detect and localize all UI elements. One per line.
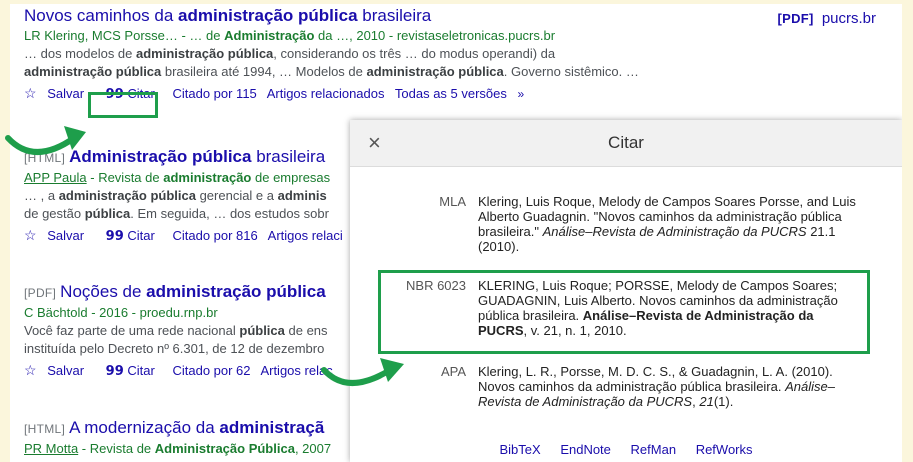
- cite-mla-text[interactable]: Klering, Luis Roque, Melody de Campos So…: [478, 194, 858, 254]
- cite-dialog-header: × Citar: [350, 120, 902, 167]
- star-icon: ☆: [24, 362, 37, 378]
- export-links: BibTeX EndNote RefMan RefWorks: [350, 442, 902, 457]
- refworks-link[interactable]: RefWorks: [696, 442, 753, 457]
- result-1-authors: LR Klering, MCS Porsse… - … de Administr…: [24, 28, 556, 43]
- nbr-highlight-box: [378, 270, 870, 354]
- cited-by-link[interactable]: Citado por 816: [172, 228, 257, 243]
- cited-by-link[interactable]: Citado por 62: [172, 363, 250, 378]
- result-1-title[interactable]: Novos caminhos da administração pública …: [24, 6, 902, 26]
- cite-dialog-title: Citar: [608, 133, 644, 152]
- cite-dialog: × Citar MLA Klering, Luis Roque, Melody …: [350, 120, 902, 462]
- star-icon: ☆: [24, 85, 37, 101]
- quote-icon: 99: [105, 364, 124, 379]
- cite-apa-text[interactable]: Klering, L. R., Porsse, M. D. C. S., & G…: [478, 364, 858, 409]
- pdf-link[interactable]: [PDF] pucrs.br: [777, 10, 876, 27]
- save-button[interactable]: ☆ Salvar: [24, 85, 91, 101]
- curved-arrow-icon: [5, 126, 86, 155]
- result-1-snippet-2: administração pública brasileira até 199…: [24, 64, 639, 79]
- refman-link[interactable]: RefMan: [631, 442, 677, 457]
- star-icon: ☆: [24, 227, 37, 243]
- result-1: Novos caminhos da administração pública …: [24, 6, 902, 105]
- cite-style-label: MLA: [439, 194, 466, 209]
- result-1-snippet-1: … dos modelos de administração pública, …: [24, 46, 556, 61]
- cited-by-link[interactable]: Citado por 115: [172, 86, 256, 101]
- versions-link[interactable]: Todas as 5 versões: [395, 86, 507, 101]
- cite-button[interactable]: 99 Citar: [105, 363, 162, 379]
- endnote-link[interactable]: EndNote: [560, 442, 611, 457]
- related-link[interactable]: Artigos relaci: [268, 228, 343, 243]
- quote-icon: 99: [105, 229, 124, 244]
- cite-button[interactable]: 99 Citar: [105, 228, 162, 244]
- curved-arrow-icon: [321, 358, 404, 386]
- save-button[interactable]: ☆ Salvar: [24, 362, 91, 378]
- save-button[interactable]: ☆ Salvar: [24, 227, 91, 243]
- cite-highlight-box: [88, 92, 158, 118]
- double-chevron-icon[interactable]: »: [518, 87, 525, 101]
- scholar-results-page: Novos caminhos da administração pública …: [10, 4, 902, 462]
- related-link[interactable]: Artigos relacionados: [267, 86, 385, 101]
- bibtex-link[interactable]: BibTeX: [499, 442, 540, 457]
